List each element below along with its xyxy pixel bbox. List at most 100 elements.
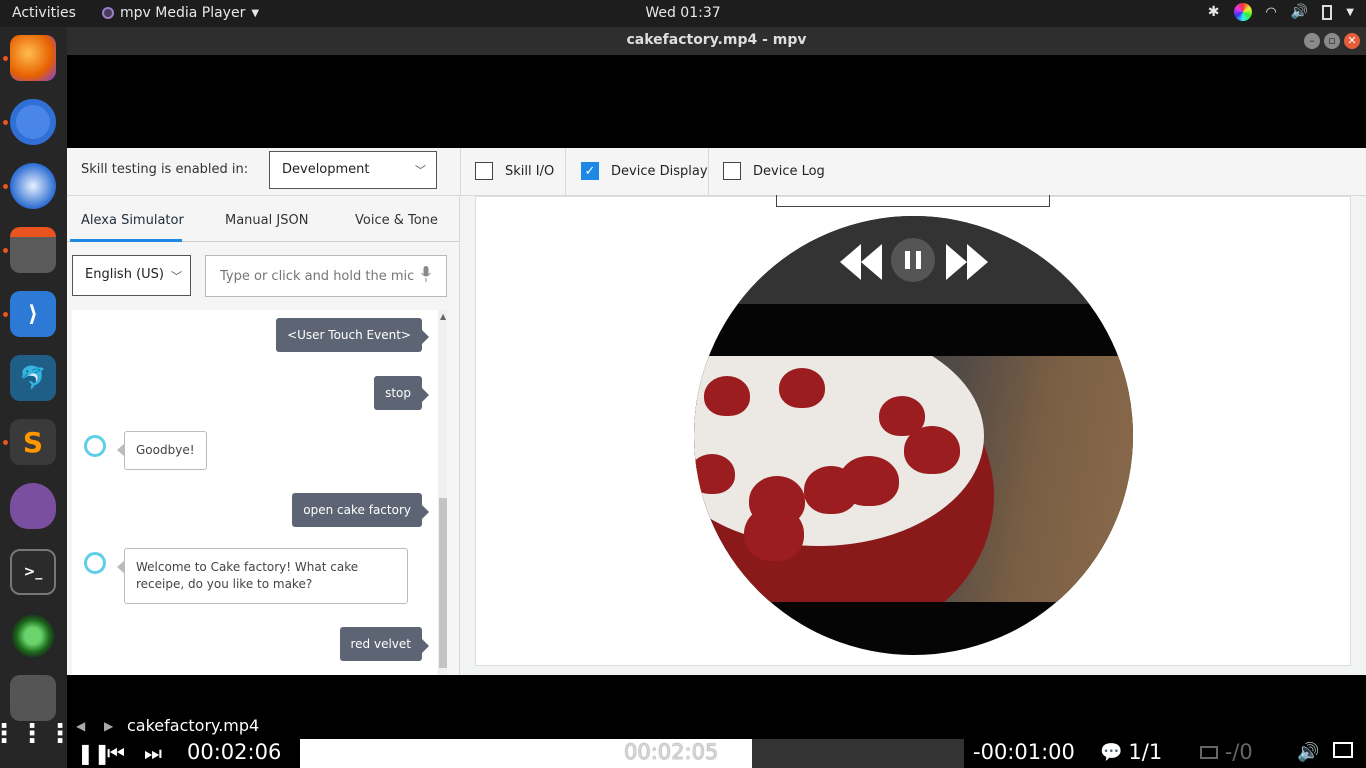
close-button[interactable]: ✕ bbox=[1344, 33, 1360, 49]
subtitle-track-value: 1/1 bbox=[1128, 740, 1163, 764]
media-title: cakefactory.mp4 bbox=[127, 716, 260, 735]
device-display-checkbox[interactable]: ✓ Device Display bbox=[581, 162, 708, 180]
rewind-icon[interactable] bbox=[840, 244, 882, 280]
stage-select[interactable]: Development ﹀ bbox=[269, 151, 437, 189]
speech-bubble-icon: 💬 bbox=[1100, 741, 1123, 763]
simulator-pane: Alexa Simulator Manual JSON Voice & Tone… bbox=[67, 196, 460, 675]
heart-decoration bbox=[694, 454, 735, 494]
chevron-down-icon: ﹀ bbox=[415, 164, 426, 177]
scroll-up-arrow-icon[interactable]: ▲ bbox=[440, 312, 446, 321]
checkbox-box[interactable] bbox=[475, 162, 493, 180]
chromium-icon[interactable] bbox=[10, 99, 56, 145]
chat-scrollbar[interactable]: ▲ bbox=[438, 310, 447, 675]
fullscreen-icon[interactable] bbox=[1333, 742, 1353, 758]
user-message: stop bbox=[374, 376, 429, 410]
running-indicator bbox=[3, 184, 8, 189]
running-indicator bbox=[3, 248, 8, 253]
gnome-top-bar: Activities mpv Media Player ▼ Wed 01:37 … bbox=[0, 0, 1366, 27]
playlist-next-icon[interactable]: ▶ bbox=[104, 719, 113, 733]
conversation-log[interactable]: <User Touch Event> stop Goodbye! open ca… bbox=[72, 310, 447, 675]
user-message: red velvet bbox=[339, 627, 429, 661]
window-title: cakefactory.mp4 - mpv bbox=[626, 32, 807, 48]
color-picker-icon[interactable] bbox=[1233, 3, 1252, 21]
fast-forward-icon[interactable] bbox=[946, 244, 988, 280]
mpv-icon bbox=[102, 7, 114, 19]
heart-decoration bbox=[704, 376, 750, 416]
playlist-prev-icon[interactable]: ◀ bbox=[76, 719, 85, 733]
minimize-button[interactable]: – bbox=[1304, 33, 1320, 49]
secondary-subtitle-button[interactable]: -/0 bbox=[1200, 740, 1253, 764]
settings-gear-icon[interactable]: ✱ bbox=[1208, 4, 1220, 20]
chevron-down-icon: ﹀ bbox=[171, 270, 182, 283]
tab-manual-json[interactable]: Manual JSON bbox=[225, 213, 308, 228]
files-icon[interactable] bbox=[10, 227, 56, 273]
heart-decoration bbox=[779, 368, 825, 408]
microphone-icon[interactable] bbox=[421, 266, 431, 282]
terminal-icon[interactable]: >_ bbox=[10, 549, 56, 595]
maximize-button[interactable]: ▫ bbox=[1324, 33, 1340, 49]
skill-testing-label: Skill testing is enabled in: bbox=[81, 162, 249, 177]
vscode-icon[interactable]: ⟩ bbox=[10, 291, 56, 337]
alexa-message: Goodbye! bbox=[117, 431, 207, 470]
user-message: open cake factory bbox=[292, 493, 429, 527]
checkbox-box[interactable] bbox=[723, 162, 741, 180]
pause-icon[interactable]: ❚❚ bbox=[77, 741, 111, 765]
volume-icon: 🔊 bbox=[1290, 4, 1309, 20]
volume-icon[interactable]: 🔊 bbox=[1297, 742, 1319, 763]
running-indicator bbox=[3, 120, 8, 125]
system-tray[interactable]: ✱ ◠ 🔊 ▼ bbox=[1208, 3, 1354, 21]
language-select[interactable]: English (US) ﹀ bbox=[72, 255, 191, 296]
pidgin-icon[interactable] bbox=[10, 483, 56, 529]
dock: ⟩ 🐬 S >_ ⋮⋮⋮ bbox=[0, 27, 73, 768]
checkbox-label: Skill I/O bbox=[505, 163, 555, 179]
seekbar[interactable]: 00:02:05 bbox=[300, 739, 964, 768]
running-indicator bbox=[3, 312, 8, 317]
skill-io-checkbox[interactable]: Skill I/O bbox=[475, 162, 554, 180]
scrollbar-thumb[interactable] bbox=[439, 498, 447, 668]
show-applications-icon[interactable]: ⋮⋮⋮ bbox=[0, 711, 73, 757]
seek-hover-time: 00:02:05 bbox=[624, 740, 719, 764]
skip-back-icon[interactable]: ⏮ bbox=[107, 741, 125, 765]
device-log-checkbox[interactable]: Device Log bbox=[723, 162, 825, 180]
active-tab-indicator bbox=[70, 239, 182, 242]
console-header: Skill testing is enabled in: Development… bbox=[67, 148, 1366, 196]
skip-forward-icon[interactable]: ⏭ bbox=[144, 741, 162, 765]
checkbox-label: Device Log bbox=[753, 163, 825, 179]
round-device-display[interactable] bbox=[694, 216, 1133, 655]
running-indicator bbox=[3, 56, 8, 61]
app-menu-label: mpv Media Player bbox=[120, 5, 246, 21]
thunderbird-icon[interactable] bbox=[10, 163, 56, 209]
wifi-icon: ◠ bbox=[1265, 4, 1277, 20]
battery-icon bbox=[1322, 4, 1333, 20]
video-frame-image bbox=[694, 356, 1133, 602]
subtitle-box-icon bbox=[1200, 746, 1218, 759]
elapsed-time[interactable]: 00:02:06 bbox=[187, 740, 281, 764]
checkbox-label: Device Display bbox=[611, 163, 708, 179]
tab-voice-and-tone[interactable]: Voice & Tone bbox=[355, 213, 438, 228]
app-menu[interactable]: mpv Media Player ▼ bbox=[102, 5, 259, 21]
secondary-subtitle-value: -/0 bbox=[1224, 740, 1253, 764]
firefox-icon[interactable] bbox=[10, 35, 56, 81]
activities-button[interactable]: Activities bbox=[12, 5, 76, 21]
simulator-tabs: Alexa Simulator Manual JSON Voice & Tone bbox=[67, 196, 460, 242]
divider bbox=[565, 148, 566, 196]
alexa-ring-icon bbox=[84, 435, 106, 457]
video-frame[interactable]: Skill testing is enabled in: Development… bbox=[67, 55, 1366, 675]
checkmark-icon[interactable]: ✓ bbox=[581, 162, 599, 180]
device-display-pane bbox=[475, 195, 1351, 666]
remaining-time[interactable]: -00:01:00 bbox=[973, 740, 1075, 764]
mysql-workbench-icon[interactable]: 🐬 bbox=[10, 355, 56, 401]
alexa-message: Welcome to Cake factory! What cake recei… bbox=[117, 548, 408, 604]
cheese-camera-icon[interactable] bbox=[10, 613, 56, 659]
subtitle-track-button[interactable]: 💬 1/1 bbox=[1100, 740, 1162, 764]
stage-select-value: Development bbox=[282, 162, 370, 177]
pause-icon[interactable] bbox=[891, 238, 935, 282]
divider bbox=[708, 148, 709, 196]
alexa-developer-console: Skill testing is enabled in: Development… bbox=[67, 148, 1366, 675]
sublime-text-icon[interactable]: S bbox=[10, 419, 56, 465]
system-menu-chevron-icon[interactable]: ▼ bbox=[1346, 7, 1354, 18]
tab-alexa-simulator[interactable]: Alexa Simulator bbox=[81, 213, 184, 228]
heart-decoration bbox=[904, 426, 960, 474]
utterance-input[interactable] bbox=[205, 255, 447, 297]
chevron-down-icon: ▼ bbox=[251, 7, 260, 19]
